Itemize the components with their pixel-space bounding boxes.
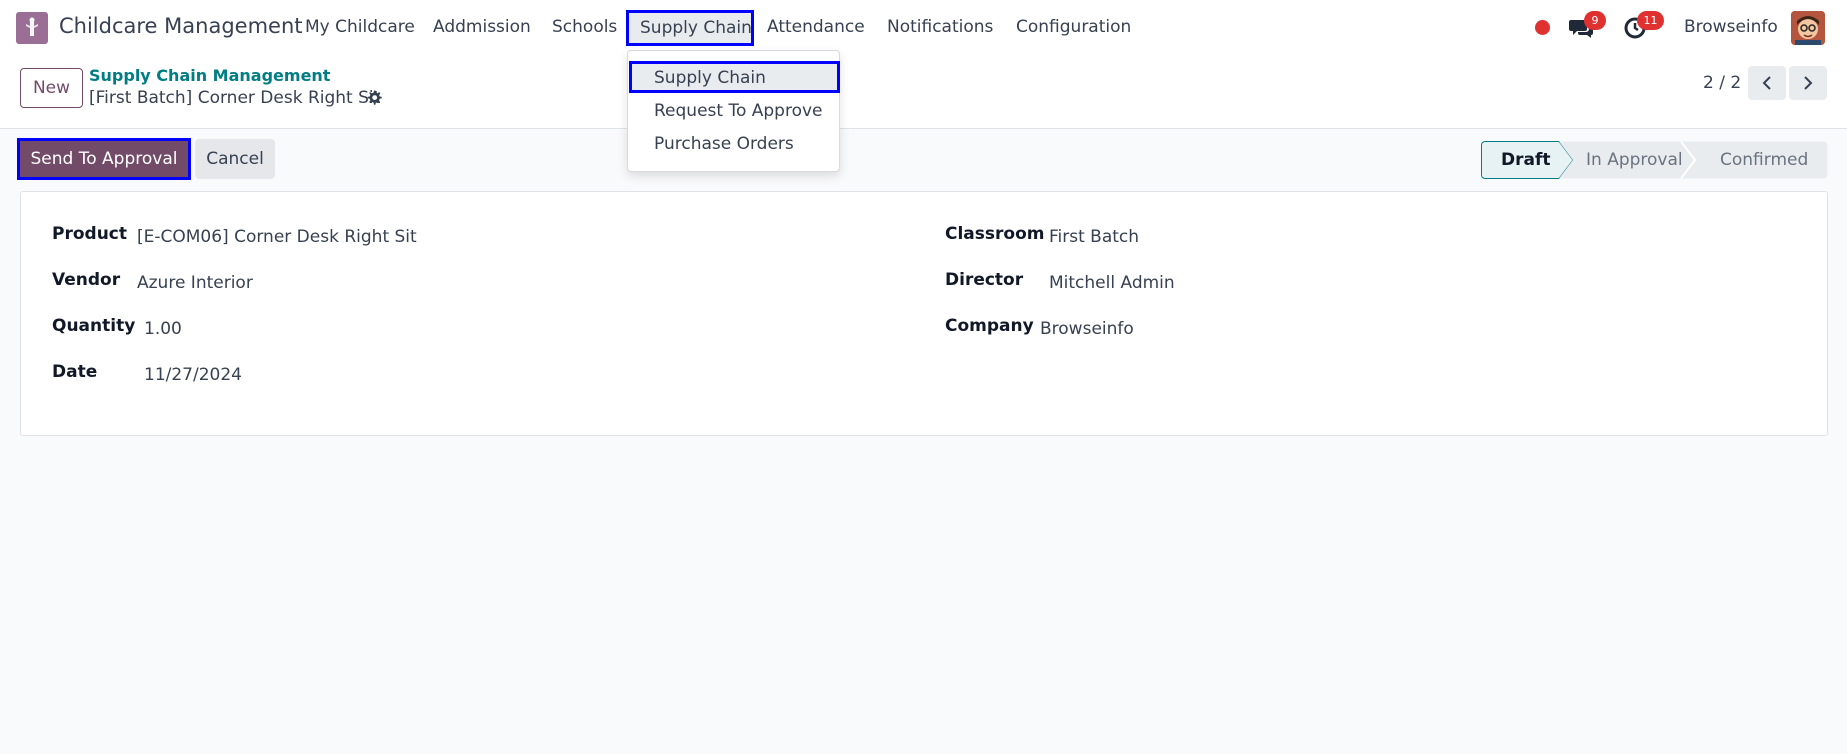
pager-previous-button[interactable] bbox=[1748, 66, 1786, 100]
status-dot-icon[interactable] bbox=[1535, 20, 1550, 35]
activities-badge: 11 bbox=[1637, 11, 1664, 30]
director-field[interactable]: Mitchell Admin bbox=[1049, 273, 1175, 293]
stage-confirmed[interactable]: Confirmed bbox=[1720, 150, 1808, 170]
nav-attendance[interactable]: Attendance bbox=[767, 17, 865, 37]
chevron-left-icon bbox=[1762, 76, 1771, 90]
dropdown-item-request-to-approve[interactable]: Request To Approve bbox=[654, 101, 823, 121]
gear-icon[interactable] bbox=[366, 90, 382, 110]
company-field[interactable]: Browseinfo bbox=[1040, 319, 1134, 339]
messages-badge: 9 bbox=[1584, 11, 1606, 30]
classroom-field[interactable]: First Batch bbox=[1049, 227, 1139, 247]
app-logo-icon[interactable] bbox=[16, 12, 48, 44]
nav-configuration[interactable]: Configuration bbox=[1016, 17, 1131, 37]
nav-my-childcare[interactable]: My Childcare bbox=[305, 17, 415, 37]
dropdown-item-supply-chain-label: Supply Chain bbox=[654, 68, 766, 88]
nav-supply-chain-label: Supply Chain bbox=[640, 18, 752, 38]
stage-draft[interactable]: Draft bbox=[1501, 150, 1551, 170]
supply-chain-dropdown: Supply Chain Request To Approve Purchase… bbox=[627, 50, 840, 172]
vendor-label: Vendor bbox=[52, 270, 121, 290]
top-navbar: Childcare Management My Childcare Addmis… bbox=[0, 0, 1847, 56]
date-field[interactable]: 11/27/2024 bbox=[144, 365, 242, 385]
new-button[interactable]: New bbox=[20, 68, 83, 108]
nav-schools[interactable]: Schools bbox=[552, 17, 617, 37]
product-label: Product bbox=[52, 224, 127, 244]
app-title[interactable]: Childcare Management bbox=[59, 14, 303, 38]
breadcrumb-parent[interactable]: Supply Chain Management bbox=[89, 66, 330, 85]
nav-admission[interactable]: Addmission bbox=[433, 17, 531, 37]
classroom-label: Classroom bbox=[945, 224, 1045, 244]
dropdown-item-supply-chain[interactable]: Supply Chain bbox=[629, 61, 840, 93]
dropdown-item-purchase-orders[interactable]: Purchase Orders bbox=[654, 134, 794, 154]
date-label: Date bbox=[52, 362, 98, 382]
breadcrumb-record: [First Batch] Corner Desk Right Sit bbox=[89, 88, 381, 108]
nav-supply-chain[interactable]: Supply Chain bbox=[626, 10, 754, 46]
director-label: Director bbox=[945, 270, 1024, 290]
pager-value[interactable]: 2 / 2 bbox=[1703, 73, 1741, 93]
user-menu-name[interactable]: Browseinfo bbox=[1684, 17, 1778, 37]
nav-notifications[interactable]: Notifications bbox=[887, 17, 993, 37]
chevron-right-icon bbox=[1804, 76, 1813, 90]
form-sheet: Product [E-COM06] Corner Desk Right Sit … bbox=[20, 191, 1828, 436]
pager-next-button[interactable] bbox=[1789, 66, 1827, 100]
cancel-button[interactable]: Cancel bbox=[195, 139, 275, 179]
quantity-label: Quantity bbox=[52, 316, 136, 336]
send-to-approval-button[interactable]: Send To Approval bbox=[17, 138, 191, 180]
control-panel: New Supply Chain Management [First Batch… bbox=[0, 56, 1847, 129]
vendor-field[interactable]: Azure Interior bbox=[137, 273, 253, 293]
user-avatar[interactable] bbox=[1791, 11, 1825, 45]
company-label: Company bbox=[945, 316, 1034, 336]
product-field[interactable]: [E-COM06] Corner Desk Right Sit bbox=[137, 227, 417, 247]
stage-in-approval[interactable]: In Approval bbox=[1586, 150, 1683, 170]
quantity-field[interactable]: 1.00 bbox=[144, 319, 182, 339]
